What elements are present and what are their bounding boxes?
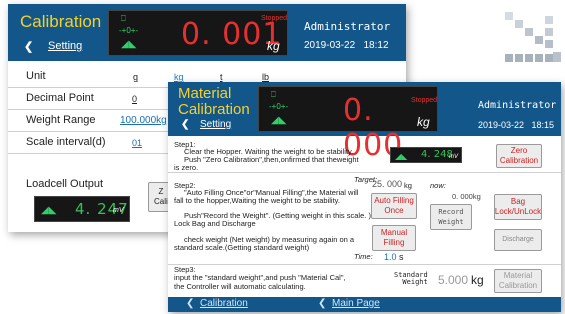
footer-main-page-link[interactable]: Main Page [332,298,380,309]
bag-lock-button[interactable]: Bag Lock/UnLock [494,194,542,220]
footer-main-chevron-icon[interactable]: ❮ [318,298,326,309]
step1-line2: Push "Zero Calibration",then,onfirmed th… [184,155,359,164]
step3-line2: the Controller will automatic calculatin… [174,282,306,291]
weight-range-label: Weight Range [26,114,96,126]
front-header: Material Calibration ❮ Setting ⎕ -+0+- ◢… [168,82,561,163]
back-datetime: 2019-03-22 18:12 [304,40,389,51]
zero-calibration-button[interactable]: Zero Calibration [496,144,542,168]
step2-section: Step2: "Auto Filling Once"or"Manual Fill… [168,173,561,265]
time-label: Time: [354,252,373,261]
front-weight-display: ⎕ -+0+- ◢◣ 0. 000 kg Stopped [258,86,438,163]
target-value[interactable]: 25. 000 [372,180,402,189]
time-unit: s [399,252,404,262]
scale-interval-value[interactable]: 01 [132,138,142,148]
decimal-point-label: Decimal Point [26,92,94,104]
back-user-name: Administrator [304,20,391,33]
material-calibration-button[interactable]: Material Calibration [494,269,542,293]
standard-weight-value[interactable]: 5.000 [438,274,468,286]
unit-option-g[interactable]: g [133,72,138,82]
step3-section: Step3: input the "standard weight",and p… [168,265,561,295]
discharge-button[interactable]: Discharge [494,229,542,251]
loadcell-output-label: Loadcell Output [26,178,104,190]
step2-line2: fall to the hopper,Waiting the weight to… [174,196,340,205]
back-header: Calibration ❮ Setting ⎕ -+0+- ◢◣ 0. 001 … [8,4,406,61]
back-setting-link[interactable]: Setting [48,40,82,52]
unit-option-t[interactable]: t [220,72,223,82]
stable-icon: ◢◣ [121,39,137,50]
material-calibration-panel: Material Calibration ❮ Setting ⎕ -+0+- ◢… [168,82,561,312]
auto-filling-once-button[interactable]: Auto Filling Once [371,193,417,219]
standard-weight-unit: kg [471,273,484,287]
logo-mosaic-icon [505,12,561,62]
front-datetime: 2019-03-22 18:15 [478,120,555,130]
step1-section: Step1: Clear the Hopper. Waiting the wei… [168,139,561,173]
back-status-text: Stopped [261,15,288,22]
target-unit: kg [404,181,412,190]
logo-mosaic [503,6,561,66]
unit-label: Unit [26,70,46,82]
step3-line1: input the "standard weight",and push "Ma… [174,273,346,282]
now-value: 0. 000kg [452,192,481,201]
time-value[interactable]: 1.0 [384,253,397,262]
step2-line6: standard scale.(Getting standard weight) [174,243,310,252]
back-page-title: Calibration [20,12,102,31]
front-user-name: Administrator [478,100,557,111]
weight-range-value[interactable]: 100.000kg [120,115,167,126]
loadcell-stable-icon: ◢◣ [41,205,57,216]
step2-line4: Lock Bag and Discharge [174,219,256,228]
front-stable-icon: ◢◣ [271,115,287,126]
front-zero-indicator-icon: ⎕ [271,90,276,99]
loadcell-display: ◢◣ 4. 247 mV [34,196,130,222]
unit-option-kg[interactable]: kg [174,72,184,82]
front-zero-track-icon: -+0+- [269,102,289,111]
step1-mini-unit: mV [449,154,458,160]
footer-calibration-chevron-icon[interactable]: ❮ [186,298,194,309]
scale-interval-label: Scale interval(d) [26,136,106,148]
front-chevron-icon[interactable]: ❮ [181,119,189,130]
unit-option-lb[interactable]: lb [262,72,269,82]
record-weight-button[interactable]: Record Weight [430,204,472,230]
front-footer: ❮ Calibration ❮ Main Page [168,297,561,312]
step1-stable-icon: ◢◣ [395,152,408,161]
front-setting-link[interactable]: Setting [200,119,231,130]
step1-mini-display: ◢◣ 4. 248 mV [390,147,462,163]
back-weight-display: ⎕ -+0+- ◢◣ 0. 001 kg Stopped [108,10,288,56]
loadcell-unit: mV [113,207,124,214]
footer-calibration-link[interactable]: Calibration [200,298,248,309]
front-title-line1: Material [178,85,232,102]
zero-track-icon: -+0+- [119,26,139,35]
step1-line3: is zero. [174,163,199,172]
back-chevron-icon[interactable]: ❮ [24,40,33,53]
standard-weight-label: Standard Weight [394,271,428,286]
zero-indicator-icon: ⎕ [121,14,126,23]
front-weight-unit: kg [417,115,430,129]
front-status-text: Stopped [411,97,438,104]
now-label: now: [430,181,446,190]
front-title-line2: Calibration [178,101,250,118]
decimal-point-value[interactable]: 0 [132,94,137,104]
manual-filling-button[interactable]: Manual Filling [372,225,416,251]
back-weight-unit: kg [267,39,280,53]
